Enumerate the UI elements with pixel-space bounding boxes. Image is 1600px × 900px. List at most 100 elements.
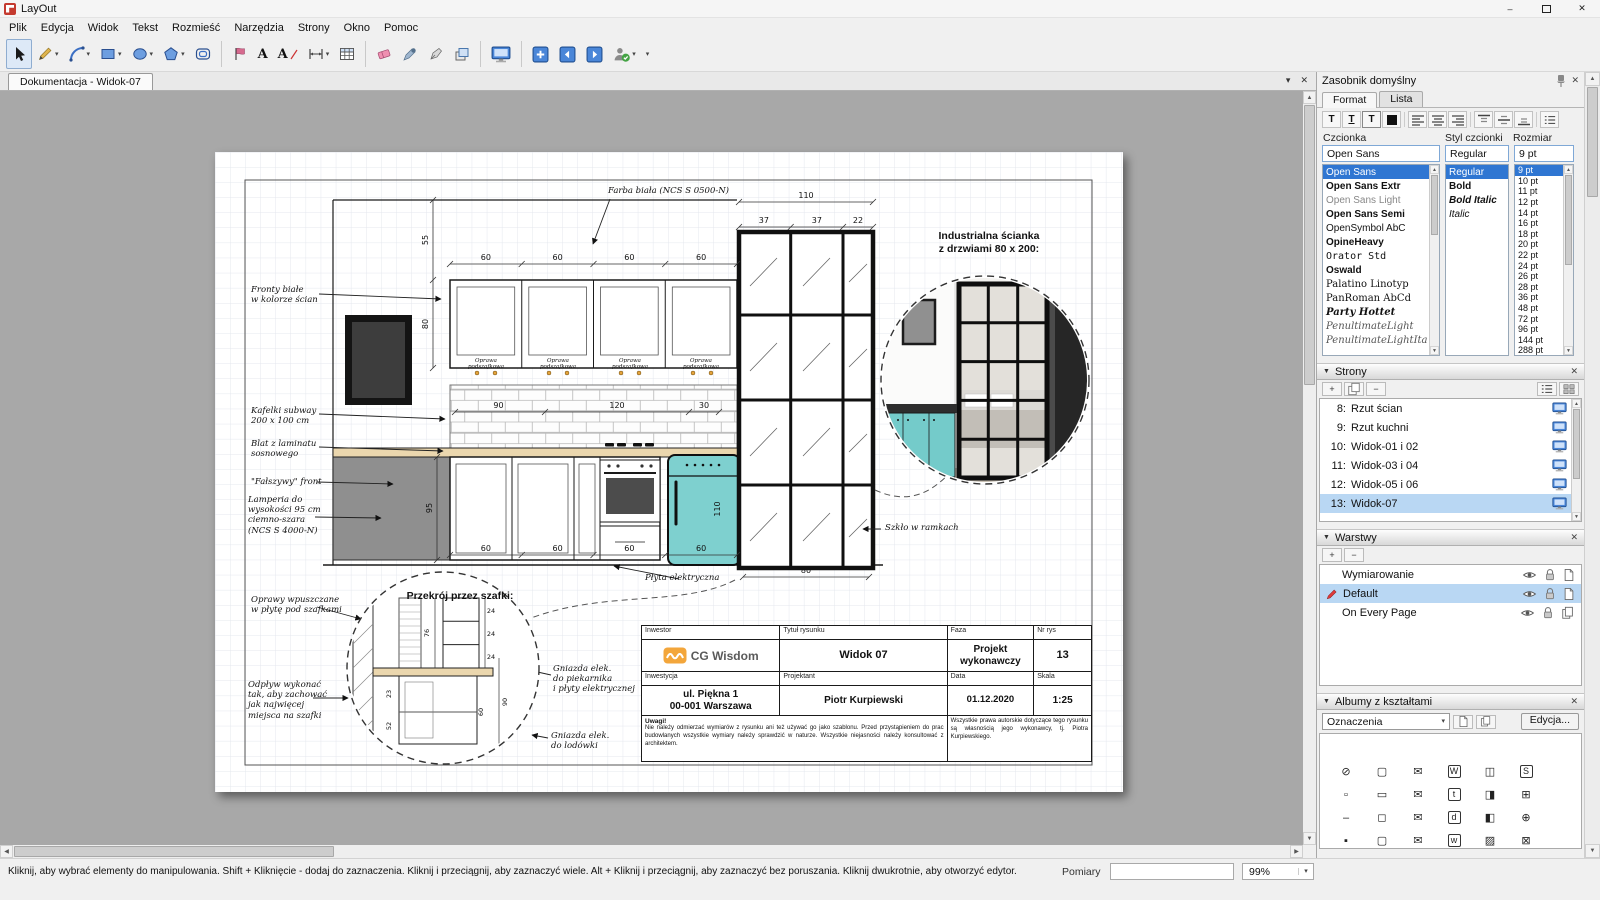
- caret-down-icon[interactable]: ▾: [1298, 868, 1313, 875]
- shape-item[interactable]: ⊠: [1508, 829, 1544, 849]
- font-input[interactable]: Open Sans: [1322, 145, 1440, 162]
- close-button[interactable]: ✕: [1564, 0, 1600, 17]
- pages-icon[interactable]: [1561, 606, 1575, 620]
- shape-item[interactable]: ✉: [1400, 760, 1436, 783]
- collapse-icon[interactable]: ▼: [1323, 534, 1330, 541]
- albums-panel-close-icon[interactable]: ✕: [1570, 696, 1578, 707]
- collapse-icon[interactable]: ▼: [1323, 368, 1330, 375]
- monitor-icon[interactable]: [1552, 478, 1567, 491]
- collapse-icon[interactable]: ▼: [1323, 698, 1330, 705]
- shape-item[interactable]: t: [1436, 783, 1472, 806]
- caret-down-icon[interactable]: ▾: [118, 51, 122, 58]
- delete-layer-button[interactable]: −: [1344, 548, 1364, 562]
- pages-list-view-button[interactable]: [1537, 382, 1557, 396]
- shape-item[interactable]: ▨: [1472, 829, 1508, 849]
- text-style-button[interactable]: T: [1322, 111, 1341, 128]
- shape-item[interactable]: ◫: [1472, 760, 1508, 783]
- shape-item[interactable]: ⊕: [1508, 806, 1544, 829]
- monitor-icon[interactable]: [1552, 402, 1567, 415]
- font-list-item[interactable]: PenultimateLightIta: [1323, 333, 1439, 347]
- style-list-item[interactable]: Bold: [1446, 179, 1508, 193]
- maximize-button[interactable]: [1528, 0, 1564, 17]
- shape-item[interactable]: W: [1436, 760, 1472, 783]
- layer-row[interactable]: On Every Page: [1320, 603, 1581, 622]
- text-underline-button[interactable]: T: [1342, 111, 1361, 128]
- shape-item[interactable]: S: [1508, 760, 1544, 783]
- add-page-button[interactable]: +: [1322, 382, 1342, 396]
- eye-icon[interactable]: [1522, 589, 1537, 599]
- font-list-item[interactable]: OpineHeavy: [1323, 235, 1439, 249]
- lock-icon[interactable]: [1542, 606, 1554, 619]
- duplicate-page-button[interactable]: [1344, 382, 1364, 396]
- shape-item[interactable]: ⊞: [1508, 783, 1544, 806]
- caret-down-icon[interactable]: ▾: [632, 51, 636, 58]
- tray-close-icon[interactable]: ✕: [1571, 75, 1579, 86]
- style-list-item[interactable]: Bold Italic: [1446, 193, 1508, 207]
- page-row[interactable]: 12:Widok-05 i 06: [1320, 475, 1581, 494]
- zoom-select[interactable]: 99% ▾: [1242, 863, 1314, 880]
- font-list-item[interactable]: OpenSymbol AbC: [1323, 221, 1439, 235]
- scroll-left-button[interactable]: ◀: [0, 845, 13, 858]
- canvas-vertical-scrollbar[interactable]: ▲ ▼: [1303, 91, 1316, 845]
- pages-grid-view-button[interactable]: [1559, 382, 1579, 396]
- label-tool-button[interactable]: A: [273, 39, 303, 69]
- shape-item[interactable]: –: [1328, 806, 1364, 829]
- style-dropper-button[interactable]: [397, 39, 423, 69]
- menu-tekst[interactable]: Tekst: [125, 20, 165, 36]
- style-list-item[interactable]: Regular: [1446, 165, 1508, 179]
- tray-scroll-thumb[interactable]: [1587, 87, 1598, 197]
- shape-item[interactable]: ◧: [1472, 806, 1508, 829]
- shape-item[interactable]: ✉: [1400, 806, 1436, 829]
- caret-down-icon[interactable]: ▾: [326, 51, 330, 58]
- pin-icon[interactable]: [1555, 74, 1567, 88]
- caret-down-icon[interactable]: ▾: [181, 51, 185, 58]
- album-next-button[interactable]: [1476, 715, 1496, 729]
- previous-page-button[interactable]: [554, 39, 581, 69]
- add-page-button[interactable]: [527, 39, 554, 69]
- align-left-button[interactable]: [1408, 111, 1427, 128]
- page-icon[interactable]: [1563, 568, 1575, 582]
- page-row[interactable]: 11:Widok-03 i 04: [1320, 456, 1581, 475]
- eye-icon[interactable]: [1522, 570, 1537, 580]
- eye-icon[interactable]: [1520, 608, 1535, 618]
- document-tab[interactable]: Dokumentacja - Widok-07: [8, 73, 153, 90]
- shape-item[interactable]: ✉: [1400, 783, 1436, 806]
- select-tool-button[interactable]: [6, 39, 32, 69]
- layers-panel-close-icon[interactable]: ✕: [1570, 532, 1578, 543]
- monitor-icon[interactable]: [1552, 497, 1567, 510]
- style-tool-button[interactable]: [227, 39, 253, 69]
- font-list-item[interactable]: PanRoman AbCd: [1323, 291, 1439, 305]
- table-tool-button[interactable]: [334, 39, 360, 69]
- shape-item[interactable]: ✉: [1400, 829, 1436, 849]
- albums-panel-header[interactable]: ▼ Albumy z kształtami ✕: [1317, 693, 1584, 710]
- size-input[interactable]: 9 pt: [1514, 145, 1574, 162]
- add-layer-button[interactable]: +: [1322, 548, 1342, 562]
- menu-plik[interactable]: Plik: [2, 20, 34, 36]
- caret-down-icon[interactable]: ▾: [150, 51, 154, 58]
- scroll-down-button[interactable]: ▼: [1585, 844, 1600, 858]
- offset-tool-button[interactable]: [190, 39, 216, 69]
- caret-down-icon[interactable]: ▾: [55, 51, 59, 58]
- rectangle-tool-button[interactable]: ▾: [95, 39, 127, 69]
- font-list-item[interactable]: Open Sans: [1323, 165, 1439, 179]
- tab-close-icon[interactable]: ✕: [1300, 75, 1308, 86]
- horizontal-scroll-thumb[interactable]: [14, 846, 334, 857]
- layers-panel-header[interactable]: ▼ Warstwy ✕: [1317, 529, 1584, 546]
- text-color-button[interactable]: [1382, 111, 1401, 128]
- menu-pomoc[interactable]: Pomoc: [377, 20, 425, 36]
- album-prev-button[interactable]: [1453, 715, 1473, 729]
- tab-list-icon[interactable]: ▾: [1286, 75, 1291, 86]
- start-presentation-button[interactable]: [486, 39, 516, 69]
- vertical-scroll-thumb[interactable]: [1304, 105, 1315, 385]
- font-list-item[interactable]: Party Hottet: [1323, 305, 1439, 319]
- tab-format[interactable]: Format: [1322, 92, 1377, 108]
- style-list[interactable]: Regular Bold Bold Italic Italic: [1445, 164, 1509, 356]
- font-list-item[interactable]: PenultimateLight: [1323, 319, 1439, 333]
- list-format-button[interactable]: [1540, 111, 1559, 128]
- account-button[interactable]: ▾: [608, 39, 641, 69]
- monitor-icon[interactable]: [1552, 440, 1567, 453]
- canvas-horizontal-scrollbar[interactable]: ◀ ▶: [0, 845, 1303, 858]
- layer-row-active[interactable]: Default: [1320, 584, 1581, 603]
- valign-middle-button[interactable]: [1494, 111, 1513, 128]
- erase-tool-button[interactable]: [371, 39, 397, 69]
